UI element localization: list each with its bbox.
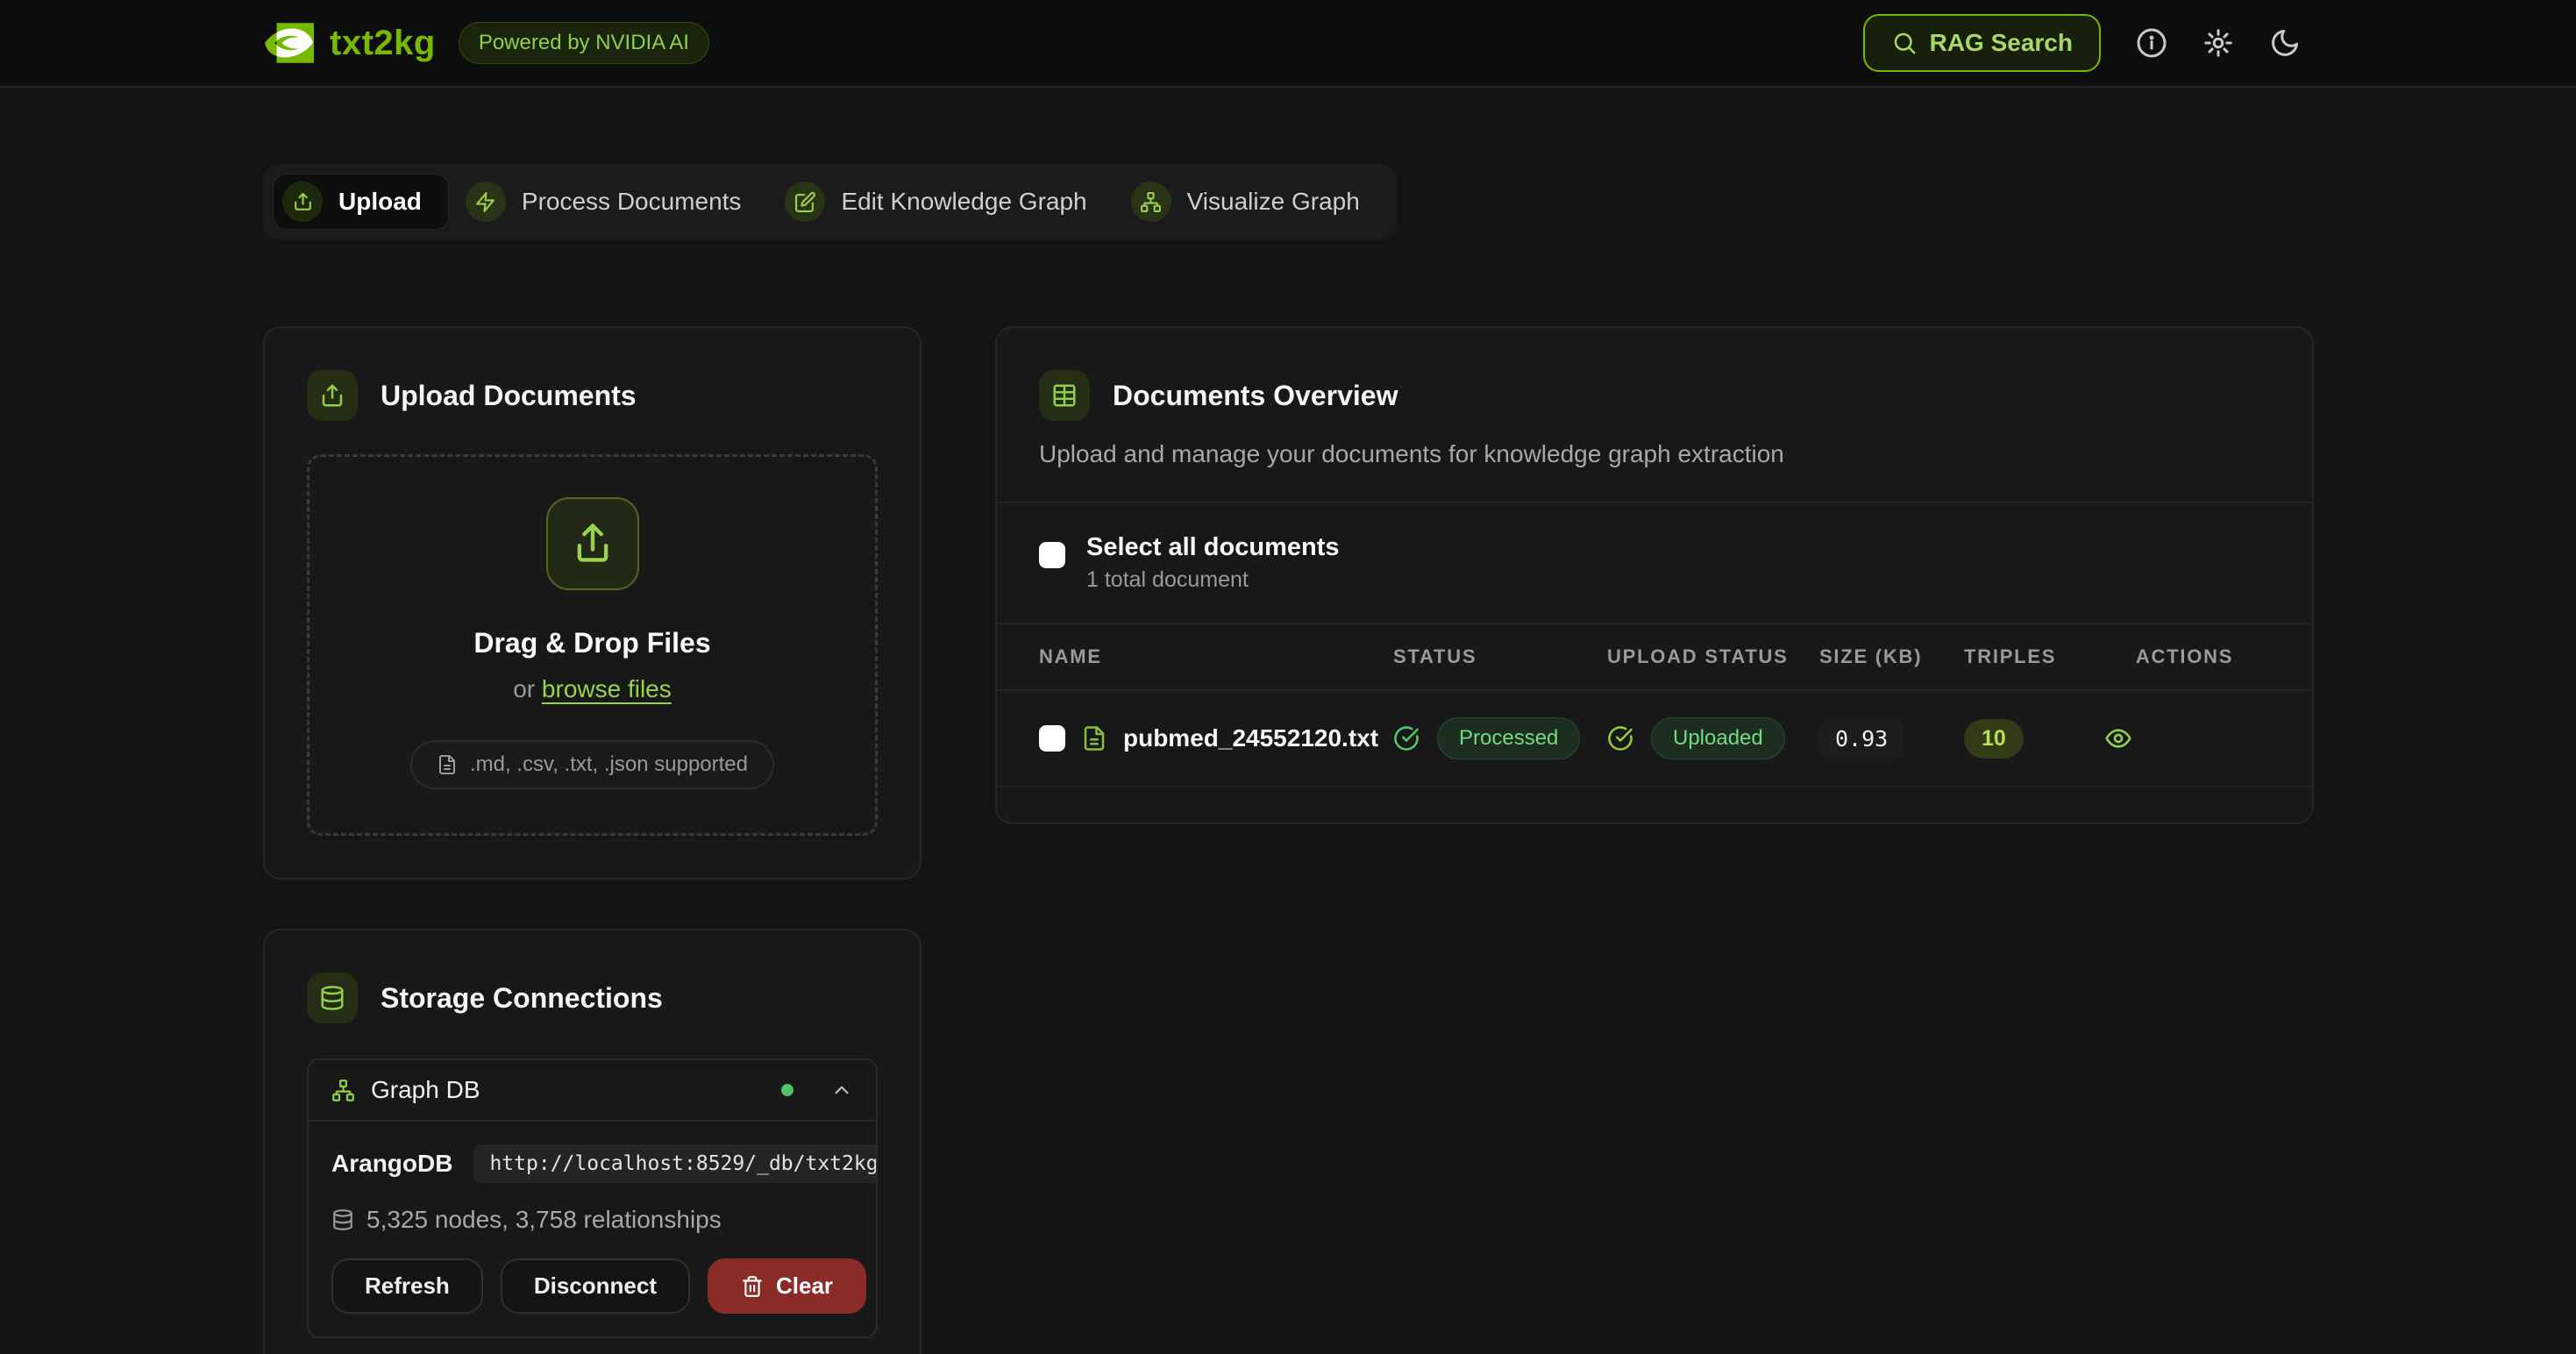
file-icon xyxy=(437,754,458,775)
select-all-row: Select all documents 1 total document xyxy=(1039,533,2270,593)
document-name: pubmed_24552120.txt xyxy=(1123,724,1378,752)
brand: txt2kg Powered by NVIDIA AI xyxy=(263,21,709,65)
upload-status-badge: Uploaded xyxy=(1651,717,1785,759)
disconnect-label: Disconnect xyxy=(534,1272,657,1300)
info-button[interactable] xyxy=(2124,15,2180,71)
triples-count-badge: 10 xyxy=(1964,719,2024,759)
left-column: Upload Documents Drag & Drop Files or br… xyxy=(263,326,922,1354)
graph-db-section: Graph DB ArangoDB http://localhost:8529/… xyxy=(307,1058,878,1338)
upload-icon xyxy=(282,182,323,222)
tab-upload[interactable]: Upload xyxy=(274,175,448,229)
refresh-button[interactable]: Refresh xyxy=(331,1258,483,1314)
table-row: pubmed_24552120.txt Processed Uploaded 0… xyxy=(997,691,2312,787)
graph-icon xyxy=(331,1079,355,1102)
network-icon xyxy=(1131,182,1171,222)
theme-toggle-button[interactable] xyxy=(2257,15,2313,71)
file-dropzone[interactable]: Drag & Drop Files or browse files .md, .… xyxy=(307,454,878,836)
documents-overview-card: Documents Overview Upload and manage you… xyxy=(995,326,2314,824)
table-icon xyxy=(1039,370,1090,421)
edit-icon xyxy=(785,182,825,222)
supported-formats-badge: .md, .csv, .txt, .json supported xyxy=(410,740,774,789)
tab-bar: Upload Process Documents Edit Knowledge … xyxy=(263,164,1397,239)
card-subtitle: Upload and manage your documents for kno… xyxy=(1039,440,2270,468)
connected-status-dot xyxy=(781,1084,793,1096)
database-icon xyxy=(331,1208,354,1231)
tab-label: Process Documents xyxy=(522,188,742,216)
graph-db-provider: ArangoDB xyxy=(331,1150,452,1178)
trash-icon xyxy=(741,1275,764,1298)
upload-documents-card: Upload Documents Drag & Drop Files or br… xyxy=(263,326,922,880)
dropzone-title: Drag & Drop Files xyxy=(336,627,849,659)
column-header-size: Size (KB) xyxy=(1819,645,1964,668)
nvidia-logo-icon xyxy=(263,21,314,65)
moon-icon xyxy=(2269,27,2301,59)
powered-by-badge: Powered by NVIDIA AI xyxy=(459,22,709,64)
refresh-label: Refresh xyxy=(365,1272,450,1300)
status-badge: Processed xyxy=(1437,717,1580,759)
column-header-triples: Triples xyxy=(1964,645,2099,668)
gear-icon xyxy=(2202,27,2234,59)
card-title: Upload Documents xyxy=(381,380,637,412)
check-circle-icon xyxy=(1607,725,1633,752)
upload-icon xyxy=(307,370,358,421)
clear-button[interactable]: Clear xyxy=(708,1258,866,1314)
column-header-name: Name xyxy=(1039,645,1393,668)
tab-label: Upload xyxy=(338,188,422,216)
file-text-icon xyxy=(1081,725,1107,752)
column-header-actions: Actions xyxy=(2099,645,2270,668)
search-icon xyxy=(1891,30,1918,56)
tab-label: Edit Knowledge Graph xyxy=(841,188,1086,216)
rag-search-button[interactable]: RAG Search xyxy=(1863,14,2101,72)
browse-files-link[interactable]: browse files xyxy=(542,675,672,702)
table-header-row: Name Status Upload Status Size (KB) Trip… xyxy=(997,623,2312,691)
chevron-up-icon[interactable] xyxy=(830,1079,853,1101)
tab-visualize-graph[interactable]: Visualize Graph xyxy=(1122,175,1386,229)
disconnect-button[interactable]: Disconnect xyxy=(501,1258,690,1314)
clear-label: Clear xyxy=(776,1272,833,1300)
storage-connections-card: Storage Connections Graph DB ArangoDB xyxy=(263,929,922,1354)
header-actions: RAG Search xyxy=(1863,14,2313,72)
card-title: Documents Overview xyxy=(1113,380,1398,412)
app-header: txt2kg Powered by NVIDIA AI RAG Search xyxy=(0,0,2576,88)
tab-edit-knowledge-graph[interactable]: Edit Knowledge Graph xyxy=(776,175,1113,229)
upload-icon xyxy=(546,497,639,590)
row-checkbox[interactable] xyxy=(1039,725,1065,752)
settings-button[interactable] xyxy=(2190,15,2246,71)
size-value: 0.93 xyxy=(1819,719,1904,759)
dropzone-subtitle: or browse files xyxy=(336,675,849,703)
dropzone-or-text: or xyxy=(513,675,535,702)
divider xyxy=(997,502,2312,503)
zap-icon xyxy=(466,182,506,222)
view-document-button[interactable] xyxy=(2099,719,2138,758)
select-all-label: Select all documents xyxy=(1086,533,1340,562)
column-header-upload-status: Upload Status xyxy=(1607,645,1819,668)
graph-db-stats: 5,325 nodes, 3,758 relationships xyxy=(366,1206,722,1234)
column-header-status: Status xyxy=(1393,645,1607,668)
total-documents-label: 1 total document xyxy=(1086,567,1340,593)
graph-db-details: ArangoDB http://localhost:8529/_db/txt2k… xyxy=(309,1120,876,1336)
graph-db-header[interactable]: Graph DB xyxy=(309,1060,876,1120)
main-content: Upload Process Documents Edit Knowledge … xyxy=(263,88,2313,1354)
graph-db-url: http://localhost:8529/_db/txt2kg xyxy=(473,1144,878,1183)
rag-search-label: RAG Search xyxy=(1930,29,2073,57)
right-column: Documents Overview Upload and manage you… xyxy=(995,326,2314,824)
tab-label: Visualize Graph xyxy=(1187,188,1360,216)
supported-formats-label: .md, .csv, .txt, .json supported xyxy=(470,752,748,777)
select-all-checkbox[interactable] xyxy=(1039,542,1065,568)
tab-process-documents[interactable]: Process Documents xyxy=(457,175,768,229)
check-circle-icon xyxy=(1393,725,1420,752)
app-title: txt2kg xyxy=(330,24,436,63)
eye-icon xyxy=(2104,724,2132,752)
card-title: Storage Connections xyxy=(381,982,663,1015)
info-icon xyxy=(2136,27,2167,59)
graph-db-label: Graph DB xyxy=(371,1076,480,1104)
database-icon xyxy=(307,973,358,1023)
documents-table: Name Status Upload Status Size (KB) Trip… xyxy=(997,623,2312,787)
